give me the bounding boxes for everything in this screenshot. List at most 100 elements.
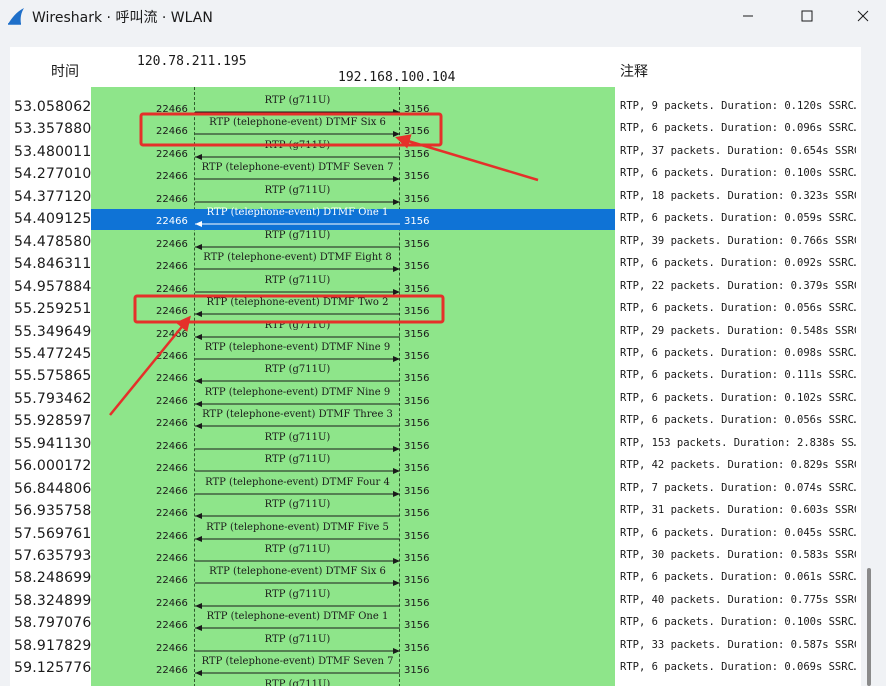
source-port: 22466	[156, 261, 188, 273]
message-label: RTP (g711U)	[264, 319, 331, 331]
flow-row[interactable]: 54.409125 22466 RTP (telephone-event) DTMF…	[10, 207, 861, 231]
minimize-button[interactable]	[725, 0, 771, 32]
source-port: 22466	[156, 328, 188, 340]
vertical-scrollbar[interactable]	[867, 568, 871, 686]
message-label: RTP (g711U)	[264, 678, 331, 686]
destination-port: 3156	[404, 373, 430, 385]
flow-row[interactable]: 54.377120 22466 RTP (g711U) 3156 RTP, 18 pac…	[10, 185, 861, 208]
row-time: 55.259251	[14, 301, 92, 318]
flow-row[interactable]: 57.569761 22466 RTP (telephone-event) DTMF…	[10, 522, 861, 545]
flow-row[interactable]: 55.793462 22466 RTP (telephone-event) DTMF…	[10, 387, 861, 410]
arrow-left-icon	[195, 423, 400, 430]
source-port: 22466	[156, 373, 188, 385]
destination-port: 3156	[404, 126, 430, 138]
source-port: 22466	[156, 620, 188, 632]
flow-row[interactable]: 53.480011 22466 RTP (g711U) 3156 RTP, 37 pac…	[10, 140, 861, 163]
row-comment: RTP, 9 packets. Duration: 0.120s SSRC…	[620, 100, 856, 112]
row-comment: RTP, 6 packets. Duration: 0.059s SSRC…	[620, 212, 856, 225]
message-label: RTP (telephone-event) DTMF Nine 9	[204, 386, 391, 398]
flow-row[interactable]: 54.846311 22466 RTP (telephone-event) DTMF…	[10, 252, 861, 275]
wireshark-fin-icon	[8, 8, 24, 25]
message-label: RTP (telephone-event) DTMF Seven 7	[201, 656, 394, 668]
row-time: 55.928597	[14, 413, 92, 430]
source-port: 22466	[156, 642, 188, 654]
row-time: 57.635793	[14, 548, 92, 564]
message-label: RTP (telephone-event) DTMF Two 2	[206, 297, 389, 309]
close-button[interactable]	[840, 0, 886, 32]
arrow-left-icon	[195, 311, 400, 318]
row-time: 58.248699	[14, 570, 92, 587]
arrow-right-icon	[195, 490, 400, 497]
row-comment: RTP, 6 packets. Duration: 0.092s SSRC…	[620, 257, 856, 270]
source-port: 22466	[156, 395, 188, 407]
row-comment: RTP, 6 packets. Duration: 0.045s SSRC…	[620, 526, 856, 539]
row-time: 54.846311	[14, 256, 92, 273]
destination-port: 3156	[404, 193, 430, 205]
arrow-right-icon	[195, 176, 400, 183]
flow-row[interactable]: 56.935758 22466 RTP (g711U) 3156 RTP, 31 pac…	[10, 499, 861, 522]
destination-port: 3156	[404, 171, 430, 183]
row-comment: RTP, 42 packets. Duration: 0.829s SSRC…	[620, 459, 856, 472]
maximize-button[interactable]	[784, 0, 830, 32]
row-time: 56.935758	[14, 503, 92, 520]
destination-port: 3156	[404, 530, 430, 542]
arrow-right-icon	[195, 198, 400, 205]
arrow-right-icon	[195, 647, 400, 654]
message-label: RTP (telephone-event) DTMF Five 5	[206, 521, 389, 533]
source-port: 22466	[156, 283, 188, 295]
arrow-left-icon	[195, 243, 400, 250]
flow-row[interactable]: 58.324899 22466 RTP (g711U) 3156 RTP, 40 pac…	[10, 589, 861, 612]
flow-row[interactable]: 53.357880 22466 RTP (telephone-event) DTMF…	[10, 117, 861, 140]
flow-row[interactable]: 55.941130 22466 RTP (g711U) 3156 RTP, 153 pa…	[10, 432, 861, 455]
message-label: RTP (g711U)	[264, 633, 331, 645]
flow-graph-panel[interactable]: 时间 120.78.211.195 192.168.100.104 注释 53.…	[10, 47, 861, 686]
destination-port: 3156	[404, 238, 430, 250]
row-comment: RTP, 7 packets. Duration: 0.074s SSRC…	[620, 481, 856, 494]
source-port: 22466	[156, 440, 188, 452]
arrow-left-icon	[195, 153, 400, 160]
flow-row[interactable]: 55.575865 22466 RTP (g711U) 3156 RTP, 6 pack…	[10, 364, 861, 387]
flow-row[interactable]: 55.477245 22466 RTP (telephone-event) DTMF…	[10, 342, 861, 365]
flow-row[interactable]: 55.349649 22466 RTP (g711U) 3156 RTP, 29 pac…	[10, 320, 861, 343]
row-comment: RTP, 6 packets. Duration: 0.100s SSRC…	[620, 167, 856, 180]
row-comment: RTP, 40 packets. Duration: 0.775s SSRC…	[620, 593, 856, 606]
header-host-2: 192.168.100.104	[338, 70, 456, 85]
source-port: 22466	[156, 216, 188, 228]
source-port: 22466	[156, 350, 188, 362]
close-icon	[857, 10, 869, 22]
flow-row[interactable]: 58.248699 22466 RTP (telephone-event) DTMF…	[10, 566, 861, 589]
message-label: RTP (g711U)	[264, 454, 331, 466]
arrow-left-icon	[195, 602, 400, 609]
arrow-left-icon	[195, 670, 400, 677]
destination-port: 3156	[404, 575, 430, 587]
message-label: RTP (telephone-event) DTMF Nine 9	[204, 341, 391, 353]
row-time: 56.844806	[14, 480, 92, 497]
flow-row[interactable]: 54.478580 22466 RTP (g711U) 3156 RTP, 39 pac…	[10, 230, 861, 253]
message-label: RTP (telephone-event) DTMF One 1	[206, 207, 389, 219]
message-label: RTP (g711U)	[264, 229, 331, 241]
flow-row[interactable]: 57.635793 22466 RTP (g711U) 3156 RTP, 30 pac…	[10, 544, 861, 567]
flow-row[interactable]: 56.844806 22466 RTP (telephone-event) DTMF…	[10, 477, 861, 500]
flow-row[interactable]: 54.957884 22466 RTP (g711U) 3156 RTP, 22 pac…	[10, 275, 861, 298]
flow-row[interactable]: 55.928597 22466 RTP (telephone-event) DTMF…	[10, 409, 861, 432]
flow-row[interactable]: RTP (g711U)	[10, 679, 861, 686]
row-comment: RTP, 6 packets. Duration: 0.056s SSRC…	[620, 414, 856, 427]
flow-row[interactable]: 55.259251 22466 RTP (telephone-event) DTMF…	[10, 297, 861, 320]
flow-row[interactable]: 58.917829 22466 RTP (g711U) 3156 RTP, 33 pac…	[10, 634, 861, 657]
message-label: RTP (telephone-event) DTMF One 1	[206, 611, 389, 623]
source-port: 22466	[156, 530, 188, 542]
row-comment: RTP, 30 packets. Duration: 0.583s SSRC…	[620, 549, 856, 561]
row-time: 56.000172	[14, 458, 92, 475]
flow-row[interactable]: 58.797076 22466 RTP (telephone-event) DTMF…	[10, 611, 861, 634]
flow-row[interactable]: 53.058062 22466 RTP (g711U) 3156 RTP, 9 pack…	[10, 95, 861, 118]
row-time: 54.478580	[14, 233, 92, 250]
flow-row[interactable]: 59.125776 22466 RTP (telephone-event) DTMF…	[10, 656, 861, 679]
arrow-left-icon	[195, 513, 400, 520]
source-port: 22466	[156, 193, 188, 205]
row-time: 55.793462	[14, 390, 92, 407]
flow-row[interactable]: 54.277010 22466 RTP (telephone-event) DTMF…	[10, 162, 861, 185]
message-label: RTP (g711U)	[264, 364, 331, 376]
arrow-left-icon	[195, 400, 400, 407]
window-title: Wireshark · 呼叫流 · WLAN	[32, 10, 213, 26]
flow-row[interactable]: 56.000172 22466 RTP (g711U) 3156 RTP, 42 pac…	[10, 454, 861, 477]
